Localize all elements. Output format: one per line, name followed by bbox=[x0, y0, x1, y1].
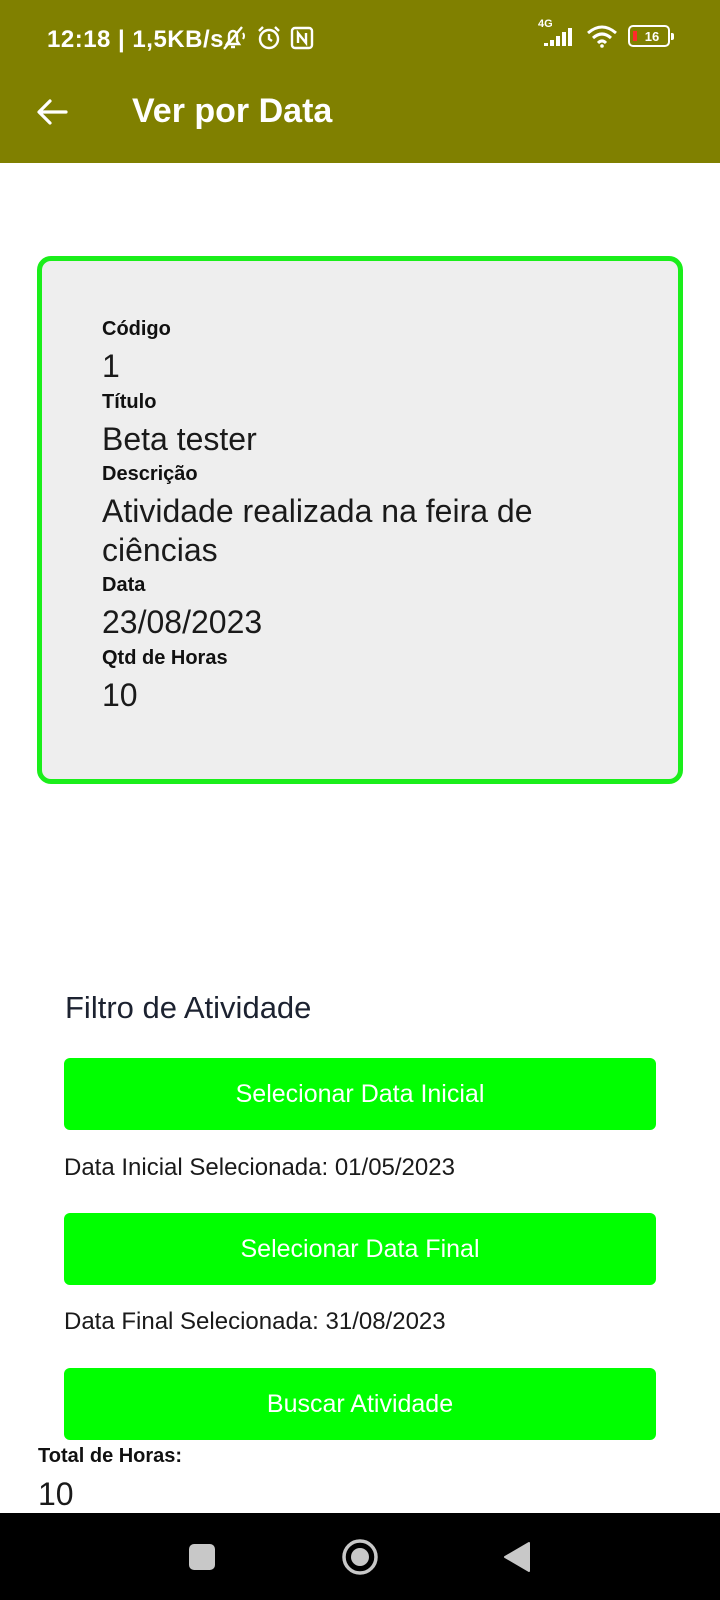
status-icons-left bbox=[218, 24, 314, 52]
system-nav-bar bbox=[0, 1513, 720, 1600]
select-initial-date-button[interactable]: Selecionar Data Inicial bbox=[64, 1058, 656, 1130]
app-bar: 12:18 | 1,5KB/s 4G 16 Ver por Data bbox=[0, 0, 720, 163]
data-label: Data bbox=[102, 574, 146, 596]
square-icon bbox=[189, 1543, 215, 1570]
triangle-back-icon bbox=[504, 1541, 530, 1572]
titulo-value: Beta tester bbox=[102, 421, 257, 457]
horas-value: 10 bbox=[102, 677, 138, 713]
network-type-label: 4G bbox=[538, 18, 553, 30]
battery-icon: 16 bbox=[628, 25, 674, 47]
home-button[interactable] bbox=[315, 1513, 405, 1600]
page-title: Ver por Data bbox=[132, 92, 333, 130]
codigo-value: 1 bbox=[102, 348, 120, 384]
status-time: 12:18 | 1,5KB/s bbox=[47, 26, 224, 53]
select-final-date-button[interactable]: Selecionar Data Final bbox=[64, 1213, 656, 1285]
wifi-icon bbox=[586, 24, 618, 48]
status-bar: 12:18 | 1,5KB/s 4G 16 bbox=[0, 0, 720, 80]
initial-date-selected-text: Data Inicial Selecionada: 01/05/2023 bbox=[64, 1154, 455, 1181]
total-hours-value: 10 bbox=[38, 1476, 74, 1512]
final-date-selected-text: Data Final Selecionada: 31/08/2023 bbox=[64, 1308, 446, 1335]
activity-card: Código 1 Título Beta tester Descrição At… bbox=[37, 256, 683, 784]
search-activity-button[interactable]: Buscar Atividade bbox=[64, 1368, 656, 1440]
descricao-label: Descrição bbox=[102, 463, 198, 485]
data-value: 23/08/2023 bbox=[102, 604, 263, 640]
alarm-icon bbox=[256, 25, 282, 51]
battery-level: 16 bbox=[644, 28, 660, 44]
nfc-icon bbox=[290, 26, 314, 50]
bell-muted-icon bbox=[218, 24, 248, 52]
status-icons-right: 4G 16 bbox=[536, 18, 674, 48]
codigo-label: Código bbox=[102, 318, 171, 340]
total-hours-label: Total de Horas: bbox=[38, 1445, 183, 1467]
recents-button[interactable] bbox=[157, 1513, 247, 1600]
titulo-label: Título bbox=[102, 391, 157, 413]
arrow-left-icon bbox=[37, 99, 68, 125]
nav-back-button[interactable] bbox=[472, 1513, 562, 1600]
horas-label: Qtd de Horas bbox=[102, 647, 228, 669]
descricao-value: Atividade realizada na feira de ciências bbox=[102, 493, 533, 568]
back-button[interactable] bbox=[30, 92, 74, 132]
signal-icon: 4G bbox=[536, 18, 576, 48]
filter-title: Filtro de Atividade bbox=[65, 990, 312, 1025]
home-circle-icon bbox=[342, 1538, 378, 1575]
